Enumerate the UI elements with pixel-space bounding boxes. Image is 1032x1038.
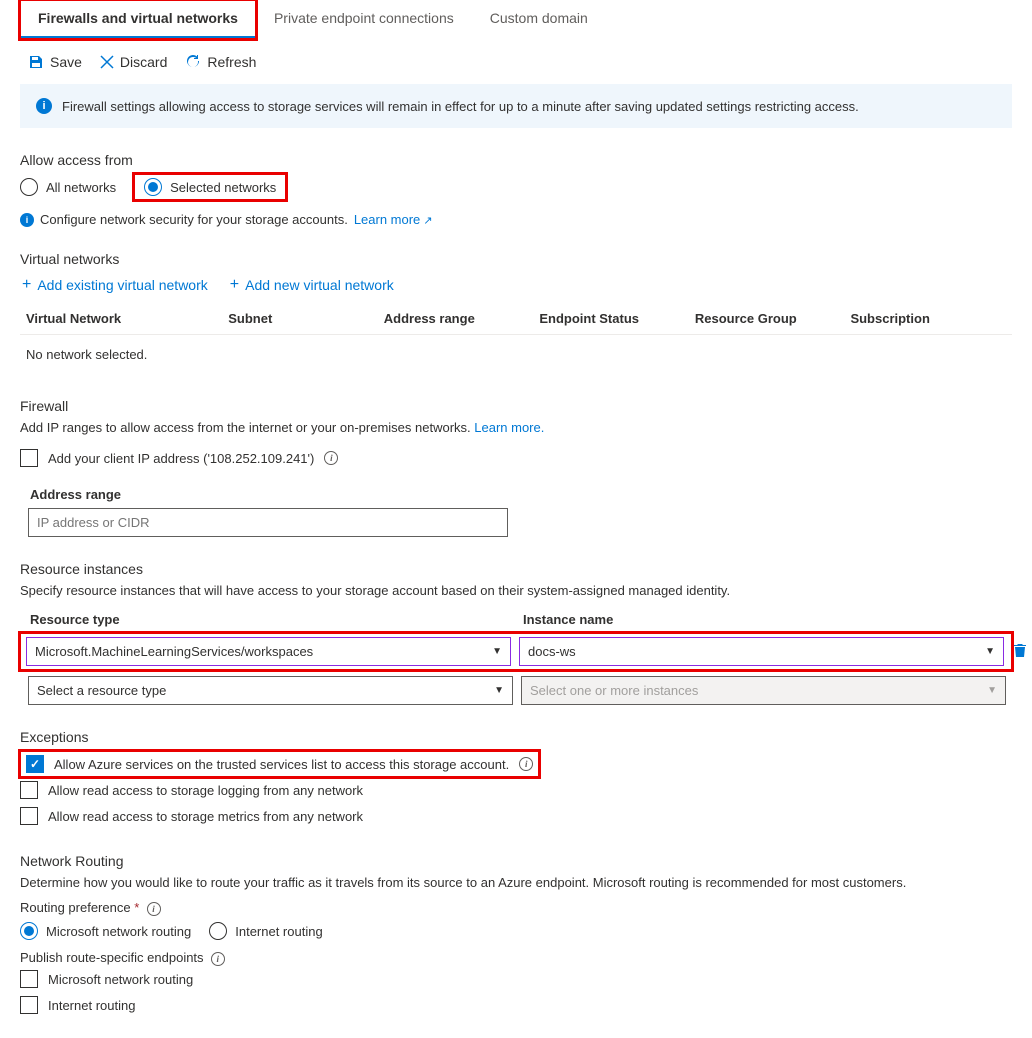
col-instance-name: Instance name — [521, 608, 1006, 631]
publish-endpoints-label: Publish route-specific endpoints — [20, 950, 204, 965]
chevron-down-icon: ▼ — [494, 685, 504, 696]
publish-ms-routing-label: Microsoft network routing — [48, 972, 193, 987]
radio-selected-networks[interactable]: Selected networks — [134, 174, 286, 200]
exceptions-title: Exceptions — [20, 729, 1012, 745]
address-range-input[interactable] — [28, 508, 508, 537]
tab-endpoints[interactable]: Private endpoint connections — [256, 0, 472, 39]
chevron-down-icon: ▼ — [987, 685, 997, 696]
tab-custom-domain[interactable]: Custom domain — [472, 0, 606, 39]
network-routing-title: Network Routing — [20, 853, 1012, 869]
info-icon[interactable]: i — [211, 952, 225, 966]
instance-name-select[interactable]: docs-ws▼ — [519, 637, 1004, 666]
network-routing-helper: Determine how you would like to route yo… — [20, 875, 1012, 890]
instance-name-select-disabled: Select one or more instances▼ — [521, 676, 1006, 705]
info-banner-text: Firewall settings allowing access to sto… — [62, 99, 859, 114]
storage-logging-checkbox[interactable] — [20, 781, 38, 799]
required-marker: * — [134, 900, 139, 915]
add-new-vnet-button[interactable]: +Add new virtual network — [228, 273, 396, 297]
learn-more-link[interactable]: Learn more — [354, 212, 433, 227]
info-icon[interactable]: i — [324, 451, 338, 465]
info-icon: i — [20, 213, 34, 227]
firewall-helper: Add IP ranges to allow access from the i… — [20, 420, 471, 435]
vnet-title: Virtual networks — [20, 251, 1012, 267]
chevron-down-icon: ▼ — [985, 646, 995, 657]
radio-internet-routing[interactable]: Internet routing — [209, 922, 322, 940]
resource-type-select[interactable]: Microsoft.MachineLearningServices/worksp… — [26, 637, 511, 666]
radio-icon — [144, 178, 162, 196]
discard-button[interactable]: Discard — [100, 54, 167, 70]
radio-icon — [20, 922, 38, 940]
radio-icon — [209, 922, 227, 940]
info-banner: i Firewall settings allowing access to s… — [20, 84, 1012, 128]
vnet-section: Virtual networks +Add existing virtual n… — [20, 251, 1012, 374]
trusted-services-checkbox[interactable] — [26, 755, 44, 773]
refresh-icon — [185, 54, 201, 70]
storage-metrics-checkbox[interactable] — [20, 807, 38, 825]
address-range-label: Address range — [30, 487, 1012, 502]
vnet-empty-text: No network selected. — [20, 335, 1012, 374]
trash-icon — [1012, 642, 1028, 658]
firewall-title: Firewall — [20, 398, 1012, 414]
close-icon — [100, 55, 114, 69]
info-icon[interactable]: i — [519, 757, 533, 771]
storage-metrics-label: Allow read access to storage metrics fro… — [48, 809, 363, 824]
allow-access-section: Allow access from All networks Selected … — [20, 152, 1012, 227]
radio-ms-routing[interactable]: Microsoft network routing — [20, 922, 191, 940]
toolbar: Save Discard Refresh — [20, 40, 1012, 80]
firewall-section: Firewall Add IP ranges to allow access f… — [20, 398, 1012, 537]
storage-logging-label: Allow read access to storage logging fro… — [48, 783, 363, 798]
add-existing-vnet-button[interactable]: +Add existing virtual network — [20, 273, 210, 297]
save-button[interactable]: Save — [28, 54, 82, 70]
info-icon: i — [36, 98, 52, 114]
firewall-learn-more-link[interactable]: Learn more. — [474, 420, 544, 435]
resource-instances-section: Resource instances Specify resource inst… — [20, 561, 1012, 705]
delete-row-button[interactable] — [1012, 642, 1032, 661]
exceptions-section: Exceptions Allow Azure services on the t… — [20, 729, 1012, 829]
col-resource-type: Resource type — [28, 608, 513, 631]
resource-instances-helper: Specify resource instances that will hav… — [20, 583, 1012, 598]
refresh-button[interactable]: Refresh — [185, 54, 256, 70]
info-icon[interactable]: i — [147, 902, 161, 916]
tab-firewalls[interactable]: Firewalls and virtual networks — [20, 0, 256, 39]
add-client-ip-label: Add your client IP address ('108.252.109… — [48, 451, 314, 466]
plus-icon: + — [22, 277, 31, 293]
publish-ms-routing-checkbox[interactable] — [20, 970, 38, 988]
plus-icon: + — [230, 277, 239, 293]
trusted-services-label: Allow Azure services on the trusted serv… — [54, 757, 509, 772]
save-icon — [28, 54, 44, 70]
tabs: Firewalls and virtual networks Private e… — [20, 0, 1012, 40]
publish-internet-routing-checkbox[interactable] — [20, 996, 38, 1014]
allow-access-title: Allow access from — [20, 152, 1012, 168]
network-routing-section: Network Routing Determine how you would … — [20, 853, 1012, 1018]
add-client-ip-checkbox[interactable] — [20, 449, 38, 467]
routing-preference-label: Routing preference — [20, 900, 131, 915]
resource-instances-title: Resource instances — [20, 561, 1012, 577]
resource-type-select-empty[interactable]: Select a resource type▼ — [28, 676, 513, 705]
chevron-down-icon: ▼ — [492, 646, 502, 657]
publish-internet-routing-label: Internet routing — [48, 998, 135, 1013]
radio-icon — [20, 178, 38, 196]
vnet-table-header: Virtual Network Subnet Address range End… — [20, 303, 1012, 335]
config-text: Configure network security for your stor… — [40, 212, 348, 227]
radio-all-networks[interactable]: All networks — [20, 178, 116, 196]
